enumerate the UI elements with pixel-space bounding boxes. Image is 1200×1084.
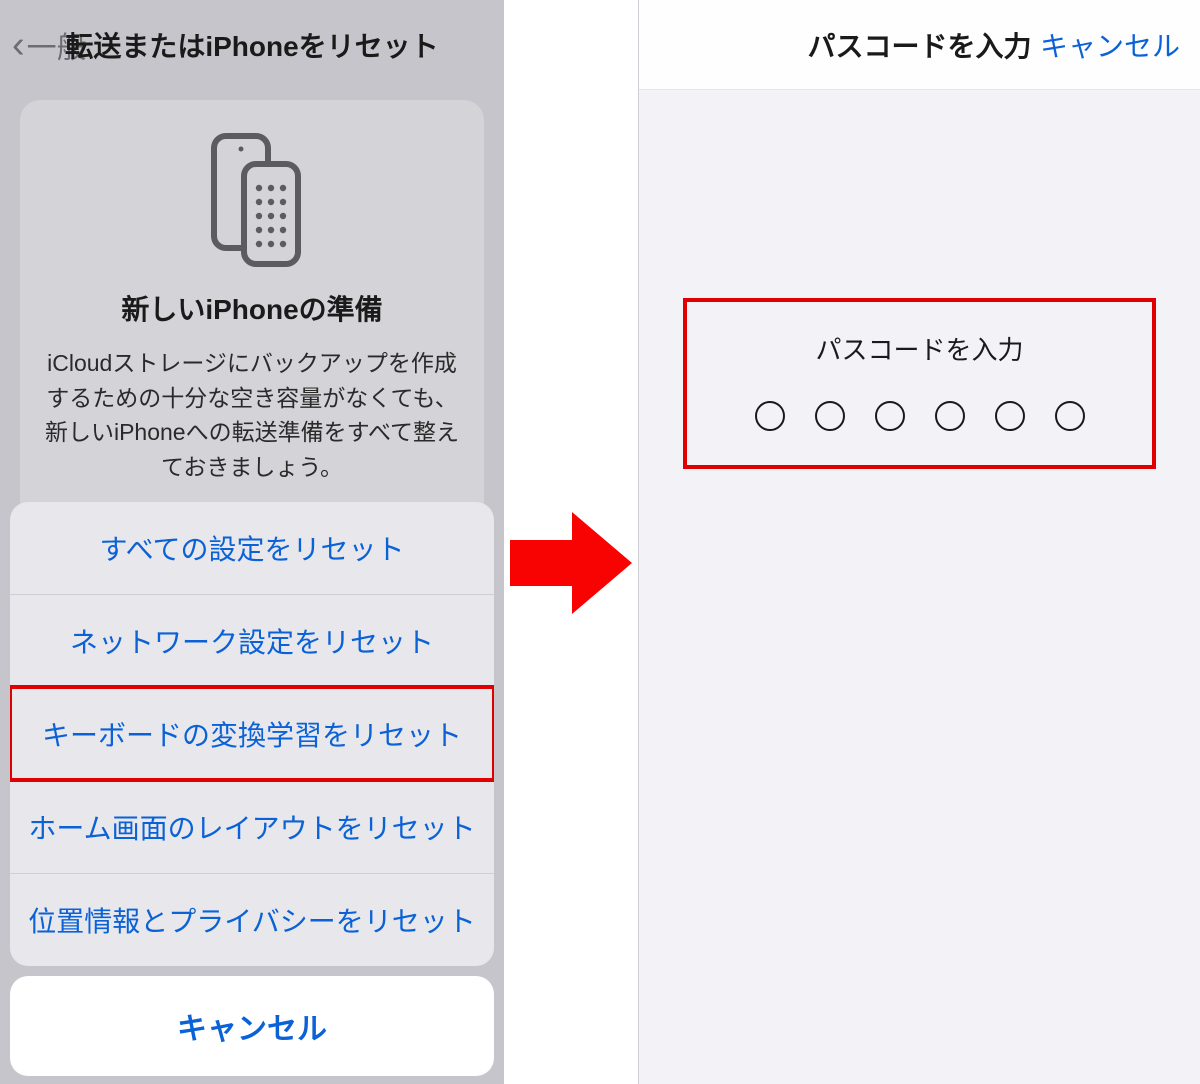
passcode-dot: [815, 401, 845, 431]
arrow-right-icon: [510, 512, 632, 614]
sheet-item-0[interactable]: すべての設定をリセット: [10, 502, 494, 594]
passcode-dot: [875, 401, 905, 431]
passcode-dots: [697, 401, 1142, 431]
settings-reset-screen: ‹ 一般 転送またはiPhoneをリセット 新: [0, 0, 504, 1084]
sheet-item-1[interactable]: ネットワーク設定をリセット: [10, 594, 494, 687]
card-body: iCloudストレージにバックアップを作成するための十分な空き容量がなくても、新…: [44, 346, 460, 484]
passcode-dot: [1055, 401, 1085, 431]
page-title: 転送またはiPhoneをリセット: [65, 25, 438, 65]
reset-action-sheet: すべての設定をリセットネットワーク設定をリセットキーボードの変換学習をリセットホ…: [10, 502, 494, 1076]
sheet-cancel-button[interactable]: キャンセル: [10, 976, 494, 1076]
passcode-dot: [755, 401, 785, 431]
nav-bar: ‹ 一般 転送またはiPhoneをリセット: [0, 0, 504, 90]
passcode-prompt: パスコードを入力: [697, 330, 1142, 367]
cancel-button[interactable]: キャンセル: [1040, 25, 1180, 65]
sheet-item-3[interactable]: ホーム画面のレイアウトをリセット: [10, 780, 494, 873]
passcode-entry[interactable]: パスコードを入力: [687, 302, 1152, 465]
passcode-dot: [995, 401, 1025, 431]
sheet-item-4[interactable]: 位置情報とプライバシーをリセット: [10, 873, 494, 966]
nav-bar: パスコードを入力 キャンセル: [639, 0, 1200, 90]
page-title: パスコードを入力: [807, 25, 1031, 65]
devices-icon: [192, 130, 312, 270]
passcode-entry-screen: パスコードを入力 キャンセル パスコードを入力: [638, 0, 1200, 1084]
passcode-dot: [935, 401, 965, 431]
card-title: 新しいiPhoneの準備: [44, 288, 460, 328]
sheet-options: すべての設定をリセットネットワーク設定をリセットキーボードの変換学習をリセットホ…: [10, 502, 494, 966]
sheet-item-2[interactable]: キーボードの変換学習をリセット: [10, 687, 494, 780]
chevron-left-icon: ‹: [12, 26, 25, 64]
